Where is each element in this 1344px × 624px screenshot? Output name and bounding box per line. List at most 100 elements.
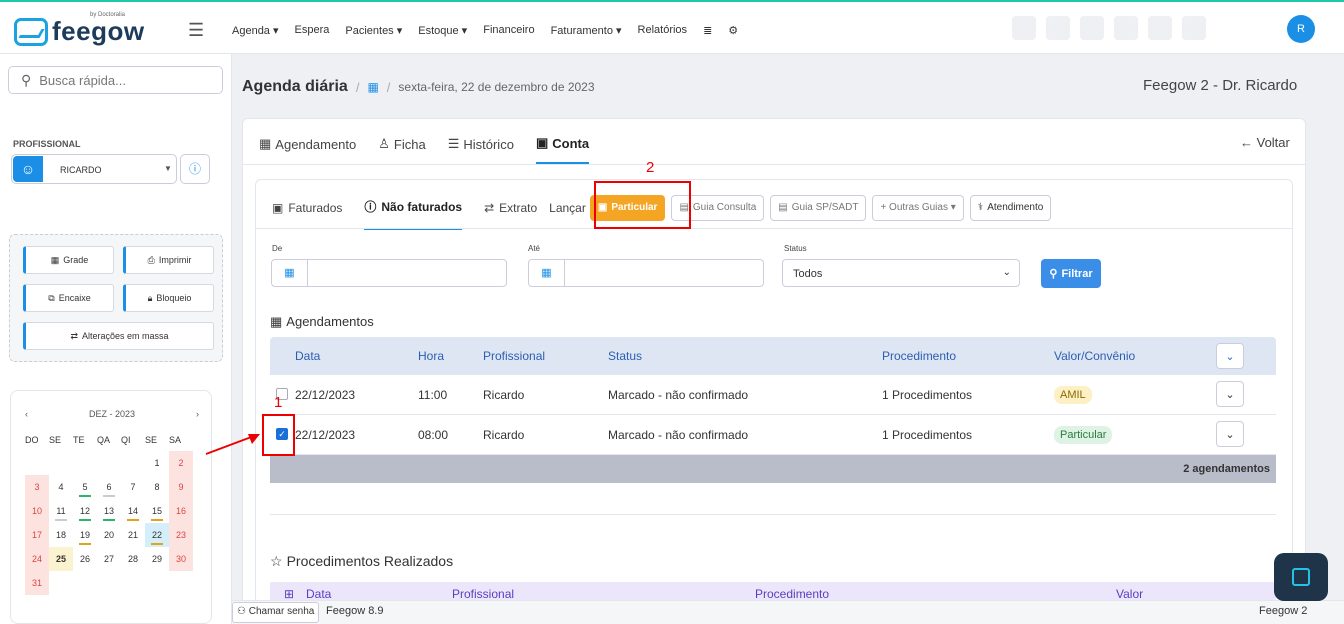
calendar-day[interactable]: 15 [145, 499, 169, 523]
calendar-day[interactable]: 23 [169, 523, 193, 547]
event-indicator [103, 519, 115, 521]
grade-button[interactable]: ▦ Grade [23, 246, 114, 274]
calendar-day[interactable]: 24 [25, 547, 49, 571]
calendar-day[interactable]: 5 [73, 475, 97, 499]
feegow-logo[interactable]: feegow by Doctoralia [14, 12, 145, 47]
calendar-day[interactable]: 26 [73, 547, 97, 571]
tab-historico[interactable]: ☰ Histórico [448, 135, 514, 164]
database-icon[interactable]: ≣ [703, 24, 712, 37]
card-icon[interactable] [1046, 16, 1070, 40]
swap-icon: ⇄ [70, 330, 78, 341]
calendar-day[interactable]: 27 [97, 547, 121, 571]
table-row[interactable]: ✓ 22/12/2023 08:00 Ricardo Marcado - não… [270, 415, 1276, 455]
calendar-day[interactable]: 10 [25, 499, 49, 523]
voltar-button[interactable]: ← Voltar [1240, 135, 1290, 150]
expand-row-button[interactable]: ⌄ [1216, 381, 1244, 407]
calendar-day[interactable]: 13 [97, 499, 121, 523]
professional-select[interactable]: ☺ RICARDO ▼ [11, 154, 177, 184]
calendar-day[interactable]: 18 [49, 523, 73, 547]
atendimento-button[interactable]: ⚕ Atendimento [969, 194, 1052, 221]
col-hora: Hora [418, 349, 445, 363]
tab-label: Agendamento [275, 136, 357, 152]
guia-spsadt-label: Guia SP/SADT [791, 202, 859, 213]
tab-ficha[interactable]: ♙ Ficha [378, 135, 425, 164]
nav-espera[interactable]: Espera [295, 24, 330, 37]
nav-financeiro[interactable]: Financeiro [483, 24, 534, 37]
tab-conta[interactable]: ▣ Conta [535, 135, 590, 164]
imprimir-button[interactable]: ⎙ Imprimir [123, 246, 214, 274]
chevron-left-icon[interactable]: ‹ [25, 409, 28, 419]
tab-lancar[interactable]: Lançar [549, 201, 586, 228]
calendar-day[interactable]: 20 [97, 523, 121, 547]
calendar-day[interactable]: 7 [121, 475, 145, 499]
chamar-senha-button[interactable]: ⚇ Chamar senha [232, 602, 320, 623]
imprimir-label: Imprimir [158, 255, 192, 265]
calendar-day[interactable]: 16 [169, 499, 193, 523]
nav-pacientes[interactable]: Pacientes ▾ [345, 24, 402, 37]
professional-name: RICARDO [60, 165, 102, 175]
calendar-icon: ▦ [259, 136, 272, 151]
expand-all-button[interactable]: ⌄ [1216, 343, 1244, 369]
de-label: De [272, 244, 283, 253]
ate-date-input[interactable]: ▦ [528, 259, 764, 287]
de-date-input[interactable]: ▦ [271, 259, 507, 287]
calendar-day[interactable]: 22 [145, 523, 169, 547]
calendar-icon[interactable]: ▦ [367, 80, 378, 94]
calendar-day[interactable]: 25 [49, 547, 73, 571]
tab-nao-faturados[interactable]: ⓘ Não faturados [364, 198, 463, 230]
calendar-day[interactable]: 21 [121, 523, 145, 547]
calendar-day[interactable]: 29 [145, 547, 169, 571]
guia-spsadt-button[interactable]: ▤ Guia SP/SADT [770, 194, 867, 221]
menu-icon[interactable]: ☰ [188, 20, 204, 41]
nav-estoque[interactable]: Estoque ▾ [418, 24, 467, 37]
row-status: Marcado - não confirmado [608, 428, 749, 442]
calendar-day[interactable]: 2 [169, 451, 193, 475]
chat-button[interactable] [1274, 553, 1328, 601]
breadcrumb-separator: / [355, 79, 360, 95]
calendar-day[interactable]: 12 [73, 499, 97, 523]
user-avatar[interactable]: R [1287, 15, 1315, 43]
table-row[interactable]: 22/12/2023 11:00 Ricardo Marcado - não c… [270, 375, 1276, 415]
logo-text: feegow [52, 16, 145, 46]
nav-relatorios[interactable]: Relatórios [638, 24, 688, 37]
calendar-day[interactable]: 3 [25, 475, 49, 499]
pencil-icon[interactable] [1012, 16, 1036, 40]
calendar-icon[interactable] [1182, 16, 1206, 40]
tab-agendamento[interactable]: ▦ Agendamento [259, 135, 356, 164]
stats-icon[interactable] [1148, 16, 1172, 40]
tab-faturados[interactable]: ▣ Faturados [272, 201, 342, 228]
filter-icon[interactable] [1080, 16, 1104, 40]
filtrar-button[interactable]: ⚲ Filtrar [1041, 259, 1101, 288]
calendar-day[interactable]: 17 [25, 523, 49, 547]
calendar-day[interactable]: 11 [49, 499, 73, 523]
outras-guias-button[interactable]: + Outras Guias ▾ [872, 194, 964, 221]
calendar-day[interactable]: 4 [49, 475, 73, 499]
info-icon[interactable]: ⓘ [180, 154, 210, 184]
status-select[interactable]: Todos ⌄ [782, 259, 1020, 287]
swap-icon: ⇄ [484, 200, 495, 215]
search-input[interactable]: ⚲ Busca rápida... [8, 66, 223, 94]
gear-icon[interactable]: ⚙ [728, 24, 738, 37]
alteracoes-massa-button[interactable]: ⇄ Alterações em massa [23, 322, 214, 350]
bloqueio-button[interactable]: 🔒︎ Bloqueio [123, 284, 214, 312]
calendar-day[interactable]: 1 [145, 451, 169, 475]
calendar-day[interactable]: 19 [73, 523, 97, 547]
money-icon: ▣ [535, 135, 549, 150]
calendar-day[interactable]: 28 [121, 547, 145, 571]
encaixe-button[interactable]: ⧉ Encaixe [23, 284, 114, 312]
calendar-day[interactable]: 30 [169, 547, 193, 571]
calendar-day[interactable]: 31 [25, 571, 49, 595]
tab-extrato[interactable]: ⇄ Extrato [484, 201, 537, 228]
calendar-day[interactable]: 6 [97, 475, 121, 499]
nav-faturamento[interactable]: Faturamento ▾ [551, 24, 622, 37]
chevron-right-icon[interactable]: › [196, 409, 199, 419]
plus-icon[interactable] [1114, 16, 1138, 40]
calendar-day[interactable]: 9 [169, 475, 193, 499]
people-icon: ⚇ [237, 606, 246, 617]
calendar-day[interactable]: 14 [121, 499, 145, 523]
nav-agenda[interactable]: Agenda ▾ [232, 24, 279, 37]
calendar-day[interactable]: 8 [145, 475, 169, 499]
feegow-logo-icon [14, 17, 48, 46]
expand-row-button[interactable]: ⌄ [1216, 421, 1244, 447]
bloqueio-label: Bloqueio [156, 293, 192, 303]
